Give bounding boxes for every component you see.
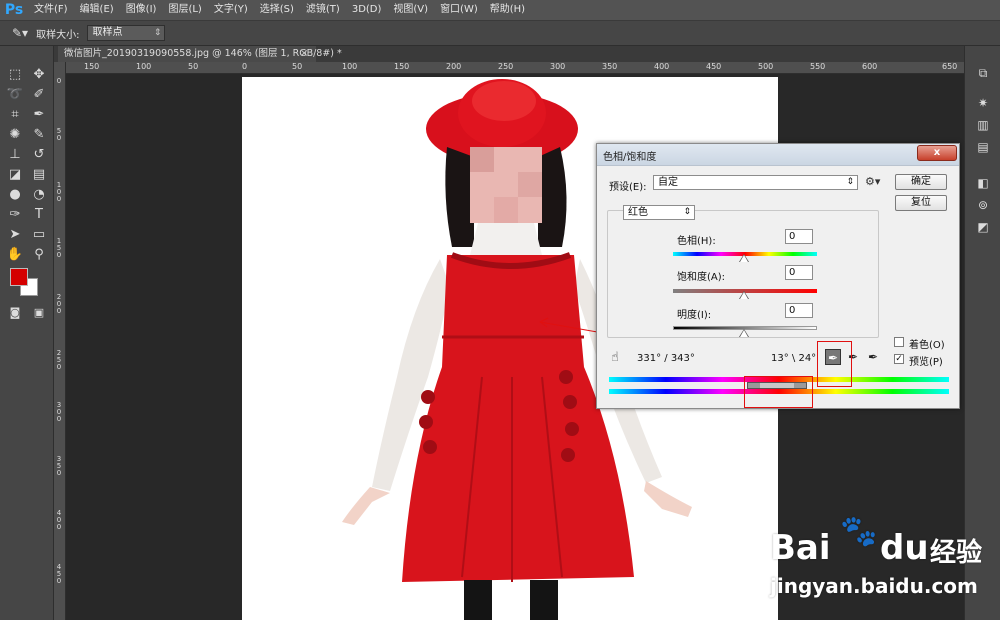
hue-label: 色相(H): (677, 236, 716, 247)
lightness-input[interactable]: 0 (785, 303, 813, 318)
preset-label: 预设(E): (609, 182, 647, 193)
lightness-slider-thumb[interactable] (740, 330, 748, 337)
dialog-titlebar[interactable]: 色相/饱和度 x (597, 144, 959, 166)
adjustment-group (607, 210, 879, 338)
saturation-slider-thumb[interactable] (740, 292, 748, 299)
channel-select[interactable]: 红色 ⇕ (623, 205, 695, 220)
watermark-url: jingyan.baidu.com (770, 574, 978, 598)
preview-label: 预览(P) (909, 357, 943, 368)
dialog-title: 色相/饱和度 (603, 152, 657, 163)
hue-slider-thumb[interactable] (740, 255, 748, 262)
highlight-range-box (744, 376, 813, 408)
range-right-readout: 13° \ 24° (771, 353, 817, 364)
preview-checkbox[interactable]: ✓ (894, 354, 904, 364)
close-button[interactable]: x (917, 145, 957, 161)
colorize-checkbox[interactable] (894, 337, 904, 347)
saturation-label: 饱和度(A): (677, 272, 726, 283)
reset-button[interactable]: 复位 (895, 195, 947, 211)
colorize-label: 着色(O) (909, 340, 945, 351)
hue-saturation-dialog: 色相/饱和度 x 预设(E): 自定 ⇕ ⚙▾ 确定 复位 红色 ⇕ 色相(H)… (596, 143, 960, 409)
hue-input[interactable]: 0 (785, 229, 813, 244)
preset-value: 自定 (658, 177, 678, 188)
highlight-eyedropper-box (817, 341, 852, 387)
baidu-jingyan-watermark: Bai 🐾 du 经验 jingyan.baidu.com (762, 510, 992, 606)
paw-icon: 🐾 (840, 514, 878, 549)
ok-button[interactable]: 确定 (895, 174, 947, 190)
chevron-updown-icon: ⇕ (846, 177, 854, 187)
saturation-input[interactable]: 0 (785, 265, 813, 280)
channel-value: 红色 (628, 207, 648, 218)
watermark-brand: Bai (770, 528, 831, 568)
lightness-label: 明度(I): (677, 310, 712, 321)
subtract-sample-icon[interactable]: ✒ (865, 349, 881, 365)
chevron-updown-icon: ⇕ (683, 207, 691, 217)
range-left-readout: 331° / 343° (637, 353, 695, 364)
preset-select[interactable]: 自定 ⇕ (653, 175, 858, 190)
settings-gear-icon[interactable]: ⚙▾ (865, 175, 880, 188)
hand-target-icon[interactable]: ☝ (611, 350, 619, 365)
watermark-jingyan: 经验 (930, 538, 983, 568)
watermark-brand-suffix: du (880, 528, 929, 568)
